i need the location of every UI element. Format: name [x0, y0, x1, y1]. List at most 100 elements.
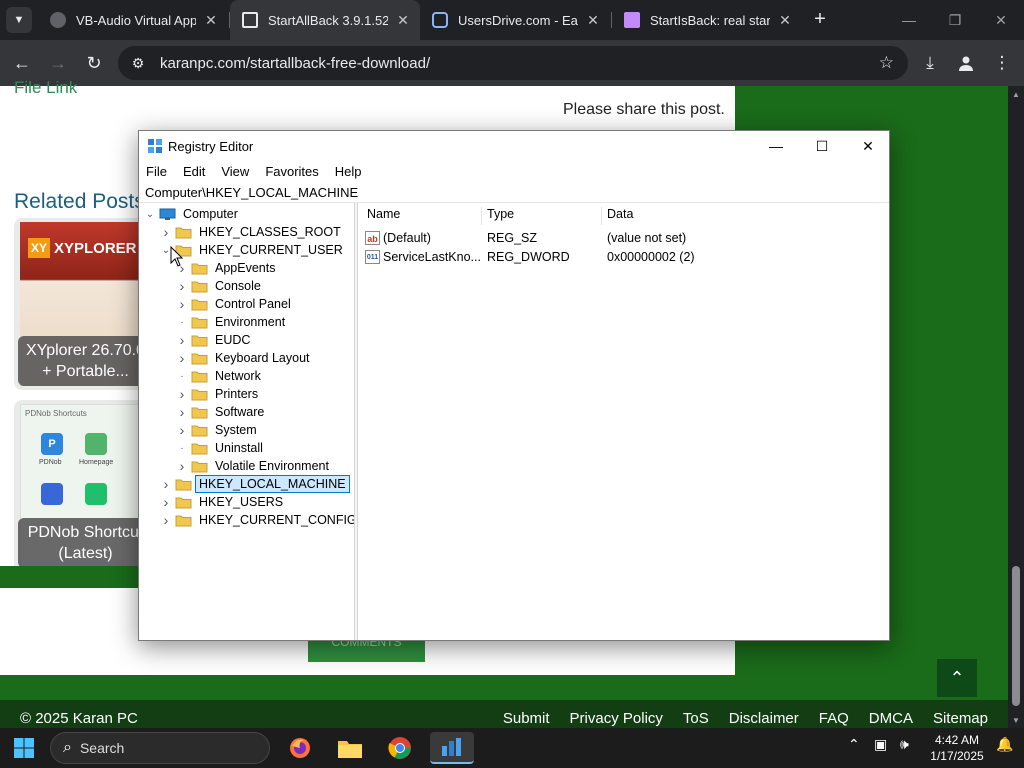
tree-node[interactable]: › HKEY_USERS — [159, 493, 286, 511]
forward-arrow-icon[interactable]: → — [44, 49, 72, 77]
menu-view[interactable]: View — [221, 161, 249, 183]
collapse-chevron-right-icon[interactable]: › — [175, 422, 189, 438]
expand-chevron-down-icon[interactable]: ⌄ — [143, 209, 157, 220]
restore-icon[interactable]: ❐ — [932, 0, 978, 40]
taskbar-search-box[interactable]: ⌕ Search — [50, 732, 270, 764]
browser-tab-1[interactable]: StartAllBack 3.9.1.5222 ✕ — [230, 0, 420, 40]
tree-node[interactable]: ⌄ HKEY_CURRENT_USER — [159, 241, 346, 259]
collapse-chevron-right-icon[interactable]: › — [175, 350, 189, 366]
tree-node[interactable]: · Network — [175, 367, 264, 385]
regedit-address-bar[interactable]: Computer\HKEY_LOCAL_MACHINE — [139, 183, 889, 203]
menu-help[interactable]: Help — [335, 161, 362, 183]
volume-icon[interactable]: 🕪 — [900, 736, 909, 753]
scroll-down-arrow-icon[interactable]: ▼ — [1012, 716, 1020, 725]
tree-node[interactable]: › EUDC — [175, 331, 253, 349]
firefox-taskbar-icon[interactable] — [280, 732, 320, 764]
tree-node[interactable]: › Keyboard Layout — [175, 349, 313, 367]
profile-avatar-icon[interactable] — [952, 49, 980, 77]
new-tab-plus-icon[interactable]: + — [808, 8, 832, 32]
collapse-chevron-right-icon[interactable]: › — [175, 386, 189, 402]
value-row[interactable]: 011 ServiceLastKno... REG_DWORD 0x000000… — [359, 248, 889, 267]
footer-link-tos[interactable]: ToS — [683, 710, 709, 727]
chrome-taskbar-icon[interactable] — [380, 732, 420, 764]
menu-favorites[interactable]: Favorites — [265, 161, 318, 183]
close-tab-icon[interactable]: ✕ — [396, 12, 410, 29]
network-icon[interactable]: ▣ — [874, 736, 887, 753]
browser-tab-2[interactable]: UsersDrive.com - Easy ✕ — [420, 0, 610, 40]
collapse-chevron-right-icon[interactable]: › — [175, 458, 189, 474]
footer-link-faq[interactable]: FAQ — [819, 710, 849, 727]
file-link[interactable]: File Link — [14, 78, 77, 98]
tree-node[interactable]: › HKEY_LOCAL_MACHINE — [159, 475, 350, 493]
regedit-maximize-icon[interactable]: ☐ — [799, 131, 845, 161]
site-info-tune-icon[interactable]: ⚙ — [124, 55, 152, 72]
tree-node[interactable]: › Console — [175, 277, 264, 295]
collapse-chevron-right-icon[interactable]: › — [159, 476, 173, 492]
column-header-data[interactable]: Data — [607, 207, 633, 221]
tray-overflow-chevron-icon[interactable]: ⌃ — [848, 736, 860, 753]
address-url[interactable]: karanpc.com/startallback-free-download/ — [160, 55, 430, 72]
footer-link-submit[interactable]: Submit — [503, 710, 550, 727]
tree-node[interactable]: · Environment — [175, 313, 288, 331]
regedit-close-icon[interactable]: ✕ — [845, 131, 891, 161]
pane-splitter[interactable] — [354, 203, 358, 640]
tree-node[interactable]: › HKEY_CLASSES_ROOT — [159, 223, 344, 241]
file-explorer-taskbar-icon[interactable] — [330, 732, 370, 764]
registry-values-list[interactable]: Name Type Data ab (Default) REG_SZ (valu… — [359, 203, 889, 640]
download-icon[interactable]: ⤓ — [916, 49, 944, 77]
tree-node[interactable]: › Printers — [175, 385, 261, 403]
tree-node[interactable]: › HKEY_CURRENT_CONFIG — [159, 511, 354, 529]
notification-bell-icon[interactable]: 🔔 — [996, 736, 1013, 753]
tree-node[interactable]: › Volatile Environment — [175, 457, 332, 475]
collapse-chevron-right-icon[interactable]: › — [159, 224, 173, 240]
menu-edit[interactable]: Edit — [183, 161, 205, 183]
column-divider[interactable] — [481, 207, 482, 225]
footer-link-sitemap[interactable]: Sitemap — [933, 710, 988, 727]
address-bar[interactable]: ⚙ karanpc.com/startallback-free-download… — [118, 46, 908, 80]
related-post-card-pdnob[interactable]: PDNob Shortcuts P PDNob Homepage PDNob S… — [14, 400, 144, 572]
taskbar-clock[interactable]: 4:42 AM 1/17/2025 — [922, 732, 992, 764]
menu-file[interactable]: File — [146, 161, 167, 183]
regedit-taskbar-icon[interactable] — [430, 732, 474, 764]
tree-node[interactable]: › Software — [175, 403, 267, 421]
footer-link-disclaimer[interactable]: Disclaimer — [729, 710, 799, 727]
close-tab-icon[interactable]: ✕ — [586, 12, 600, 29]
tree-node[interactable]: › Control Panel — [175, 295, 294, 313]
collapse-chevron-right-icon[interactable]: › — [159, 512, 173, 528]
reload-icon[interactable]: ↻ — [80, 49, 108, 77]
start-button[interactable] — [4, 732, 44, 764]
collapse-chevron-right-icon[interactable]: › — [175, 332, 189, 348]
footer-link-dmca[interactable]: DMCA — [869, 710, 913, 727]
browser-tab-0[interactable]: VB-Audio Virtual Apps ✕ — [38, 0, 228, 40]
column-header-name[interactable]: Name — [367, 207, 400, 221]
column-divider[interactable] — [601, 207, 602, 225]
minimize-icon[interactable]: — — [886, 0, 932, 40]
close-tab-icon[interactable]: ✕ — [778, 12, 792, 29]
scrollbar-thumb[interactable] — [1012, 566, 1020, 706]
close-tab-icon[interactable]: ✕ — [204, 12, 218, 29]
tree-node[interactable]: · Uninstall — [175, 439, 266, 457]
tree-node[interactable]: › System — [175, 421, 260, 439]
collapse-chevron-right-icon[interactable]: › — [159, 494, 173, 510]
related-post-card-xyplorer[interactable]: XY XYPLORER XYplorer 26.70.0 + Portable.… — [14, 218, 144, 390]
browser-tab-3[interactable]: StartIsBack: real start m ✕ — [612, 0, 802, 40]
collapse-chevron-right-icon[interactable]: › — [175, 296, 189, 312]
registry-tree[interactable]: ⌄ Computer › HKEY_CLASSES_ROOT ⌄ HKEY_CURRENT… — [139, 203, 354, 640]
close-window-icon[interactable]: ✕ — [978, 0, 1024, 40]
regedit-titlebar[interactable]: Registry Editor — ☐ ✕ — [139, 131, 889, 161]
bookmark-star-icon[interactable]: ☆ — [879, 53, 894, 73]
collapse-chevron-right-icon[interactable]: › — [175, 278, 189, 294]
regedit-minimize-icon[interactable]: — — [753, 131, 799, 161]
footer-link-privacy[interactable]: Privacy Policy — [570, 710, 663, 727]
collapse-chevron-right-icon[interactable]: › — [175, 404, 189, 420]
value-row[interactable]: ab (Default) REG_SZ (value not set) — [359, 229, 889, 248]
tree-node[interactable]: › AppEvents — [175, 259, 278, 277]
back-arrow-icon[interactable]: ← — [8, 49, 36, 77]
scroll-to-top-button[interactable]: ⌃ — [937, 659, 977, 697]
page-scrollbar[interactable]: ▲ ▼ — [1008, 86, 1024, 732]
column-header-type[interactable]: Type — [487, 207, 514, 221]
kebab-menu-icon[interactable]: ⋮ — [988, 49, 1016, 77]
tree-node[interactable]: ⌄ Computer — [143, 205, 241, 223]
tab-search-chevron-icon[interactable]: ▼ — [6, 7, 32, 33]
scroll-up-arrow-icon[interactable]: ▲ — [1012, 90, 1020, 99]
